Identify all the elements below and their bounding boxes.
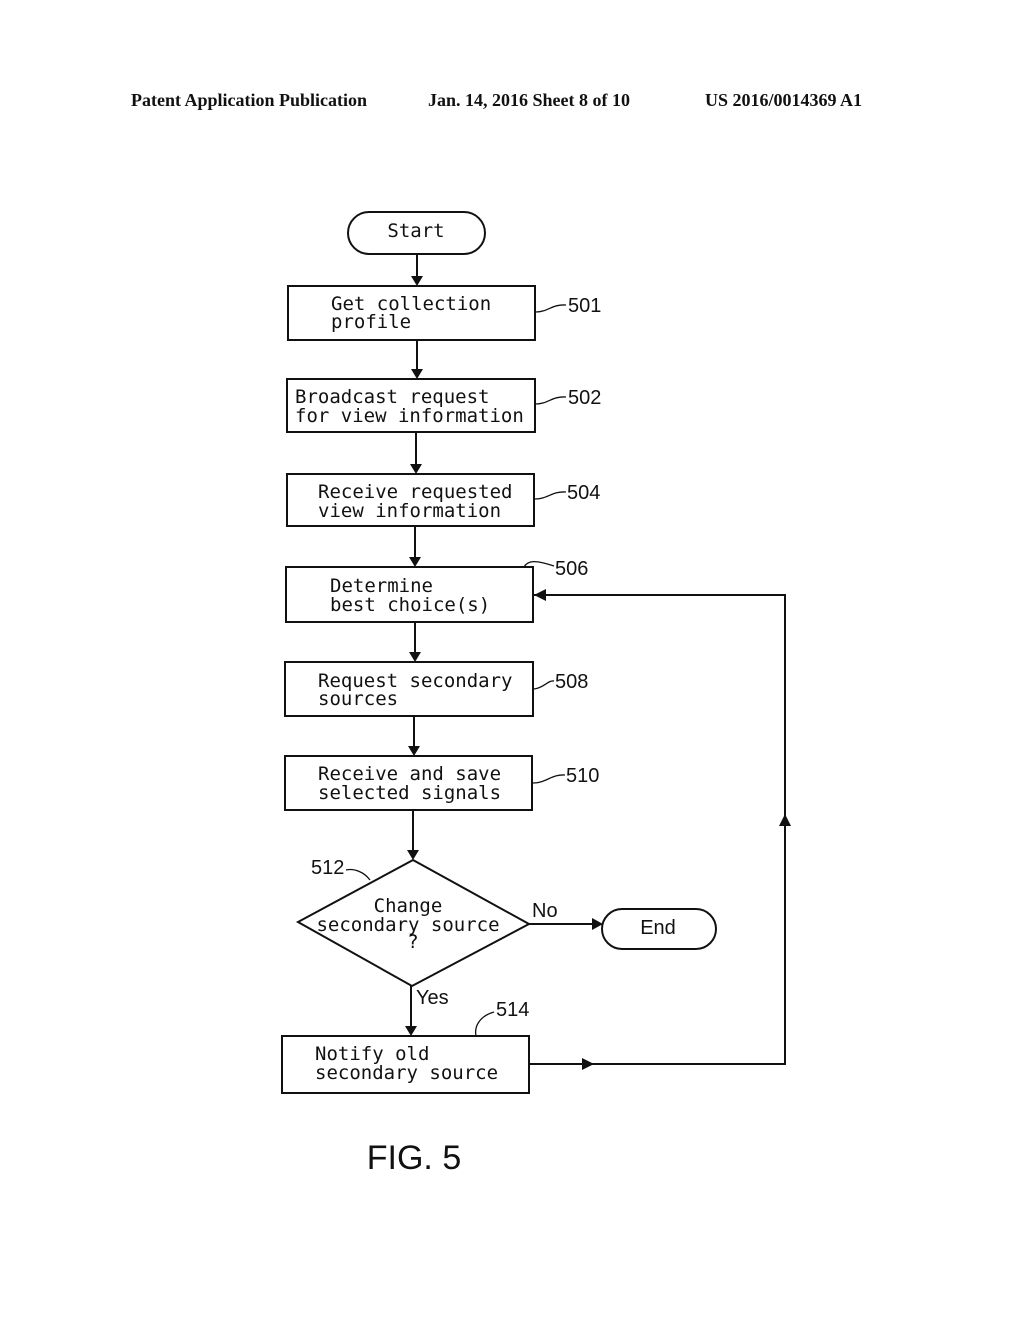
decision-512: Change secondary source ? 512 [295, 857, 532, 988]
ref-number: 502 [568, 387, 601, 409]
decision-text: ? [407, 931, 418, 953]
flowchart: Start Get collection profile 501 Broadca… [281, 211, 791, 1177]
ref-number: 514 [496, 999, 529, 1021]
start-terminal: Start [347, 211, 486, 255]
end-terminal: End [601, 908, 717, 950]
step-text: for view information [295, 405, 524, 427]
step-504: Receive requested view information 504 [286, 473, 600, 527]
end-label: End [640, 917, 676, 939]
ref-number: 512 [311, 857, 344, 879]
step-514: Notify old secondary source 514 [281, 999, 530, 1094]
arrow-head [408, 746, 420, 756]
arrow-head [411, 276, 423, 286]
arrow-head [409, 557, 421, 567]
ref-number: 508 [555, 671, 588, 693]
step-text: secondary source [315, 1062, 498, 1084]
yes-label: Yes [416, 987, 449, 1009]
step-text: profile [331, 311, 411, 333]
arrow-head [409, 652, 421, 662]
step-text: selected signals [318, 782, 501, 804]
arrow-head [411, 369, 423, 379]
arrow-head [410, 464, 422, 474]
arrow-head [405, 1026, 417, 1036]
step-502: Broadcast request for view information 5… [286, 378, 601, 433]
start-label: Start [387, 220, 444, 242]
no-label: No [532, 900, 558, 922]
ref-number: 504 [567, 482, 600, 504]
arrow-head [407, 850, 419, 860]
step-text: best choice(s) [330, 594, 490, 616]
step-508: Request secondary sources 508 [284, 661, 588, 717]
leader-line [474, 1011, 495, 1037]
loop-connector [529, 594, 786, 1065]
arrow-head [779, 814, 791, 826]
ref-number: 510 [566, 765, 599, 787]
leader-line [532, 774, 566, 784]
ref-number: 506 [555, 558, 588, 580]
ref-number: 501 [568, 295, 601, 317]
step-506: Determine best choice(s) 506 [285, 558, 588, 623]
arrow-head [582, 1058, 594, 1070]
leader-line [533, 680, 555, 690]
leader-line [535, 396, 567, 405]
step-510: Receive and save selected signals 510 [284, 755, 599, 811]
figure-label: FIG. 5 [367, 1139, 461, 1177]
step-501: Get collection profile 501 [287, 285, 601, 341]
step-text: sources [318, 688, 398, 710]
leader-line [535, 304, 567, 313]
arrow-head [534, 589, 546, 601]
leader-line [345, 868, 371, 881]
step-text: view information [318, 500, 501, 522]
leader-line [534, 491, 567, 500]
